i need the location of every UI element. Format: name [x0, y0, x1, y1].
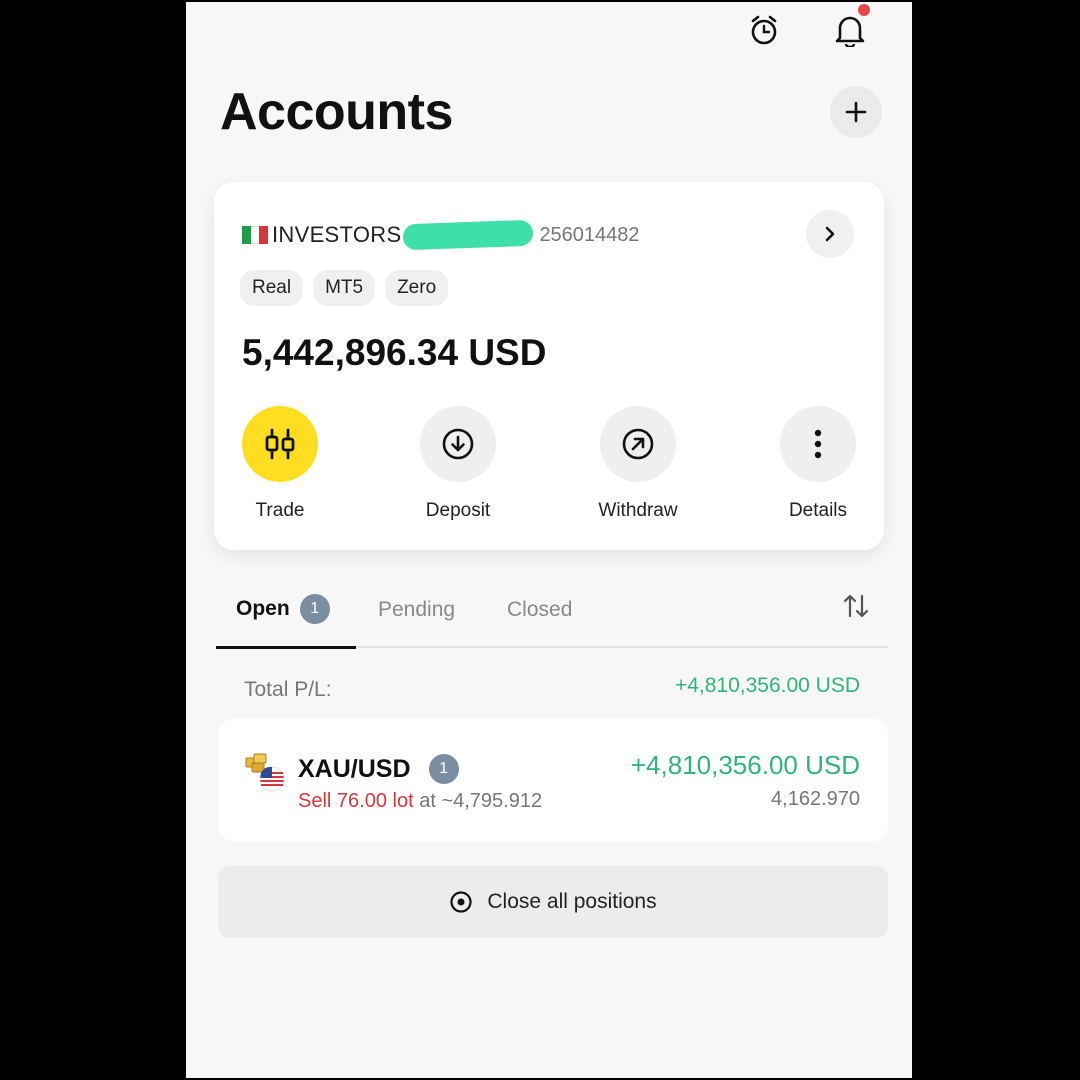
arrow-down-circle-icon	[442, 428, 474, 460]
tab-pending[interactable]: Pending	[378, 598, 455, 622]
account-details-chevron-button[interactable]	[806, 210, 854, 258]
total-pl-row: Total P/L: +4,810,356.00 USD	[244, 674, 860, 704]
account-actions: Trade Deposit Withdraw Details	[214, 406, 884, 526]
position-current-price: 4,162.970	[771, 788, 860, 810]
tab-pending-label: Pending	[378, 598, 456, 621]
details-circle[interactable]	[780, 406, 856, 482]
deposit-button[interactable]: Deposit	[398, 406, 518, 522]
tab-open-count-badge: 1	[299, 594, 330, 624]
notification-dot	[858, 4, 870, 16]
active-tab-underline	[216, 646, 356, 649]
account-card[interactable]: INVESTORS 256014482 Real MT5 Zero 5,442,…	[214, 182, 884, 550]
tab-closed[interactable]: Closed	[507, 598, 572, 622]
positions-tabs: Open 1 Pending Closed	[216, 586, 888, 649]
tag-real: Real	[240, 270, 304, 306]
plus-icon	[845, 101, 867, 123]
deposit-circle[interactable]	[420, 406, 496, 482]
more-vertical-icon	[814, 429, 822, 459]
position-count-badge: 1	[428, 754, 459, 784]
position-side-lot: Sell 76.00 lot	[298, 790, 414, 812]
sort-icon[interactable]	[842, 592, 870, 625]
tag-platform: MT5	[313, 270, 376, 306]
candlestick-icon	[265, 428, 295, 460]
top-bar	[186, 2, 912, 62]
trade-button[interactable]: Trade	[220, 406, 340, 522]
symbol-label: XAU/USD	[298, 754, 411, 783]
position-symbol: XAU/USD 1	[298, 754, 459, 784]
position-open-price: at ~4,795.912	[419, 790, 543, 812]
tab-closed-label: Closed	[507, 598, 573, 621]
account-tags: Real MT5 Zero	[240, 270, 449, 306]
arrow-up-right-circle-icon	[622, 428, 654, 460]
account-header: INVESTORS 256014482	[242, 219, 640, 251]
position-pl: +4,810,356.00 USD	[630, 750, 860, 780]
xau-usd-pair-icon	[244, 752, 288, 792]
total-pl-value: +4,810,356.00 USD	[674, 674, 860, 697]
tab-open-label: Open	[236, 597, 290, 620]
withdraw-label: Withdraw	[598, 500, 678, 521]
bell-icon[interactable]	[832, 4, 870, 48]
redaction-mark	[403, 219, 534, 251]
deposit-label: Deposit	[425, 500, 491, 521]
close-target-icon	[450, 891, 472, 913]
tab-open[interactable]: Open 1	[236, 594, 330, 624]
trade-circle[interactable]	[242, 406, 318, 482]
alarm-clock-icon[interactable]	[746, 12, 782, 48]
account-number: 256014482	[539, 223, 640, 246]
details-button[interactable]: Details	[758, 406, 878, 522]
chevron-right-icon	[825, 226, 835, 242]
trade-label: Trade	[255, 500, 305, 521]
withdraw-button[interactable]: Withdraw	[578, 406, 698, 522]
add-account-button[interactable]	[830, 86, 882, 138]
tag-account-type: Zero	[385, 270, 449, 306]
total-pl-label: Total P/L:	[244, 678, 332, 701]
page-title: Accounts	[220, 83, 453, 141]
details-label: Details	[788, 500, 848, 521]
account-name: INVESTORS	[272, 222, 402, 247]
close-all-positions-button[interactable]: Close all positions	[218, 866, 888, 938]
close-all-label: Close all positions	[487, 890, 657, 913]
withdraw-circle[interactable]	[600, 406, 676, 482]
app-screen: Accounts INVESTORS 256014482 Real MT5 Ze…	[186, 2, 912, 1078]
position-detail: Sell 76.00 lot at ~4,795.912	[298, 790, 542, 813]
position-row[interactable]: XAU/USD 1 Sell 76.00 lot at ~4,795.912 +…	[218, 718, 888, 842]
italy-flag-icon	[242, 226, 269, 244]
account-balance: 5,442,896.34 USD	[242, 332, 547, 373]
